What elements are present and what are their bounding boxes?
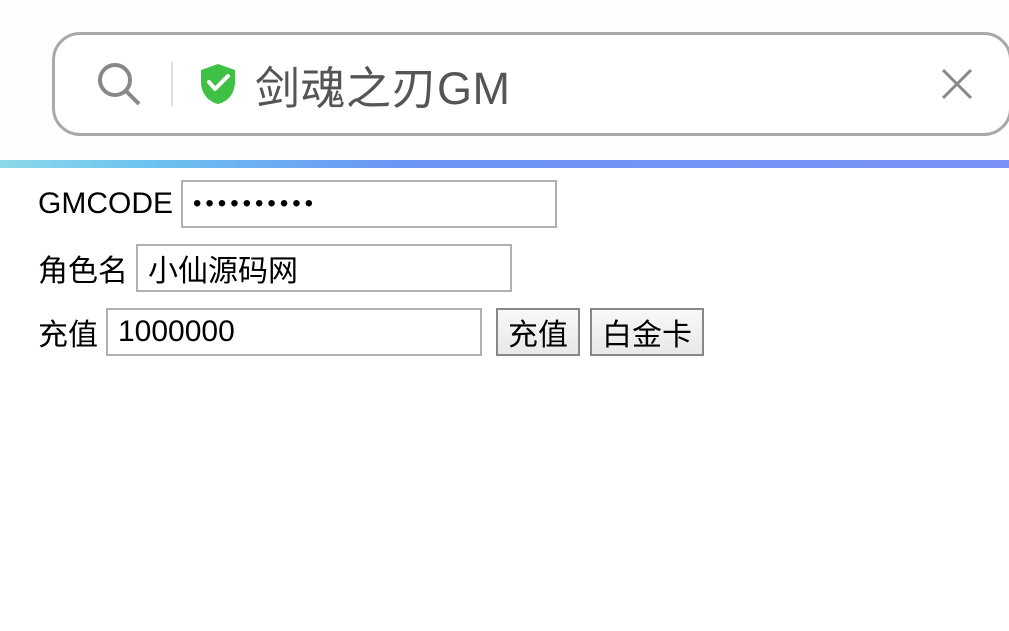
browser-top-bar: 剑魂之刃GM — [0, 0, 1009, 160]
recharge-button[interactable]: 充值 — [496, 308, 580, 356]
divider — [171, 62, 173, 106]
amount-label: 充值 — [38, 310, 98, 354]
gmcode-input[interactable] — [181, 180, 557, 228]
rolename-label: 角色名 — [38, 246, 128, 290]
amount-input[interactable] — [106, 308, 482, 356]
rolename-row: 角色名 — [38, 244, 1009, 292]
gmcode-row: GMCODE — [38, 180, 1009, 228]
amount-row: 充值 充值 白金卡 — [38, 308, 1009, 356]
rolename-input[interactable] — [136, 244, 512, 292]
address-search-box[interactable]: 剑魂之刃GM — [52, 32, 1009, 136]
search-icon — [95, 60, 143, 108]
platinum-button[interactable]: 白金卡 — [590, 308, 704, 356]
gmcode-label: GMCODE — [38, 187, 173, 221]
page-title: 剑魂之刃GM — [255, 52, 937, 117]
gradient-bar — [0, 160, 1009, 168]
shield-icon — [197, 62, 239, 106]
close-icon[interactable] — [937, 64, 977, 104]
gm-form: GMCODE 角色名 充值 充值 白金卡 — [0, 168, 1009, 356]
